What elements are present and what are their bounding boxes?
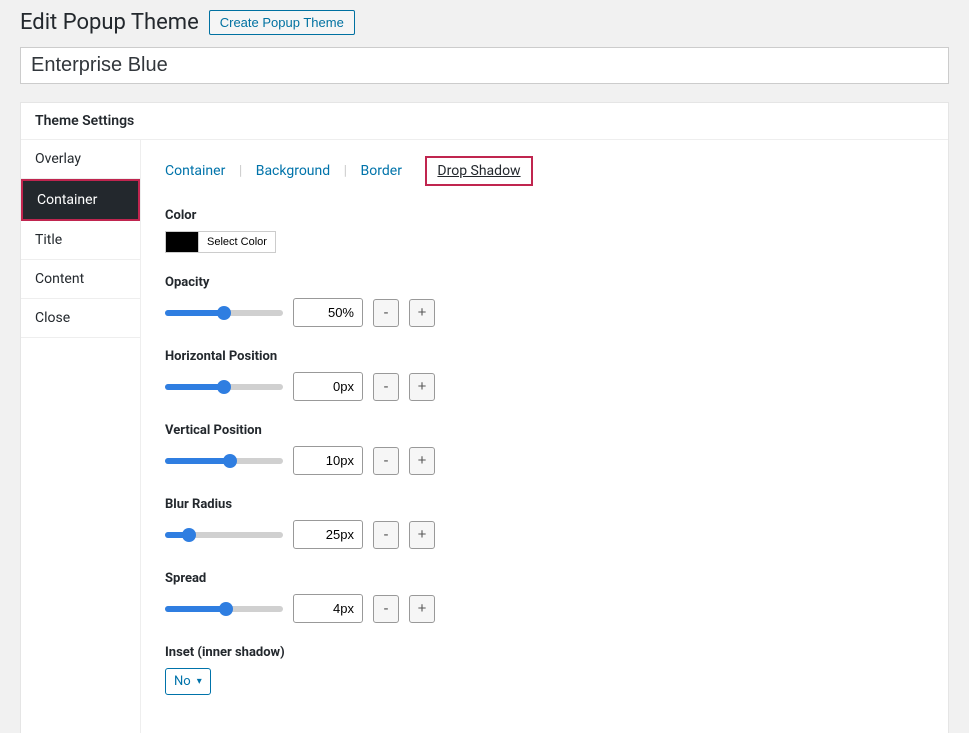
color-swatch[interactable]	[166, 232, 198, 252]
sub-tab-row: Container | Background | Border Drop Sha…	[165, 156, 924, 186]
horizontal-position-plus-button[interactable]: +	[409, 373, 435, 401]
opacity-minus-button[interactable]: -	[373, 299, 399, 327]
inset-select[interactable]: No ▾	[165, 668, 211, 695]
panel-heading: Theme Settings	[21, 103, 948, 140]
side-tab-overlay[interactable]: Overlay	[21, 140, 140, 179]
opacity-slider[interactable]	[165, 310, 283, 316]
blur-radius-input[interactable]	[293, 520, 363, 549]
sub-tab-background[interactable]: Background	[256, 163, 330, 179]
side-tab-container[interactable]: Container	[21, 179, 140, 221]
inset-value: No	[174, 674, 191, 689]
chevron-down-icon: ▾	[197, 676, 202, 687]
vertical-position-label: Vertical Position	[165, 423, 924, 438]
sub-tab-container[interactable]: Container	[165, 163, 225, 179]
side-tab-content[interactable]: Content	[21, 260, 140, 299]
spread-minus-button[interactable]: -	[373, 595, 399, 623]
inset-label: Inset (inner shadow)	[165, 645, 924, 660]
horizontal-position-input[interactable]	[293, 372, 363, 401]
theme-name-input[interactable]	[20, 47, 949, 84]
page-title: Edit Popup Theme	[20, 10, 199, 35]
opacity-input[interactable]	[293, 298, 363, 327]
vertical-position-slider[interactable]	[165, 458, 283, 464]
blur-radius-minus-button[interactable]: -	[373, 521, 399, 549]
spread-slider[interactable]	[165, 606, 283, 612]
vertical-position-input[interactable]	[293, 446, 363, 475]
horizontal-position-label: Horizontal Position	[165, 349, 924, 364]
sub-tab-border[interactable]: Border	[361, 163, 402, 179]
spread-label: Spread	[165, 571, 924, 586]
horizontal-position-minus-button[interactable]: -	[373, 373, 399, 401]
opacity-plus-button[interactable]: +	[409, 299, 435, 327]
blur-radius-label: Blur Radius	[165, 497, 924, 512]
spread-plus-button[interactable]: +	[409, 595, 435, 623]
horizontal-position-slider[interactable]	[165, 384, 283, 390]
separator: |	[239, 163, 242, 179]
vertical-position-minus-button[interactable]: -	[373, 447, 399, 475]
side-tab-title[interactable]: Title	[21, 221, 140, 260]
sub-tab-drop-shadow[interactable]: Drop Shadow	[425, 156, 532, 186]
blur-radius-plus-button[interactable]: +	[409, 521, 435, 549]
separator: |	[344, 163, 347, 179]
create-popup-theme-button[interactable]: Create Popup Theme	[209, 10, 355, 35]
side-tab-list: Overlay Container Title Content Close	[21, 140, 141, 733]
vertical-position-plus-button[interactable]: +	[409, 447, 435, 475]
opacity-label: Opacity	[165, 275, 924, 290]
color-label: Color	[165, 208, 924, 223]
spread-input[interactable]	[293, 594, 363, 623]
blur-radius-slider[interactable]	[165, 532, 283, 538]
select-color-button[interactable]: Select Color	[198, 232, 275, 252]
side-tab-close[interactable]: Close	[21, 299, 140, 338]
